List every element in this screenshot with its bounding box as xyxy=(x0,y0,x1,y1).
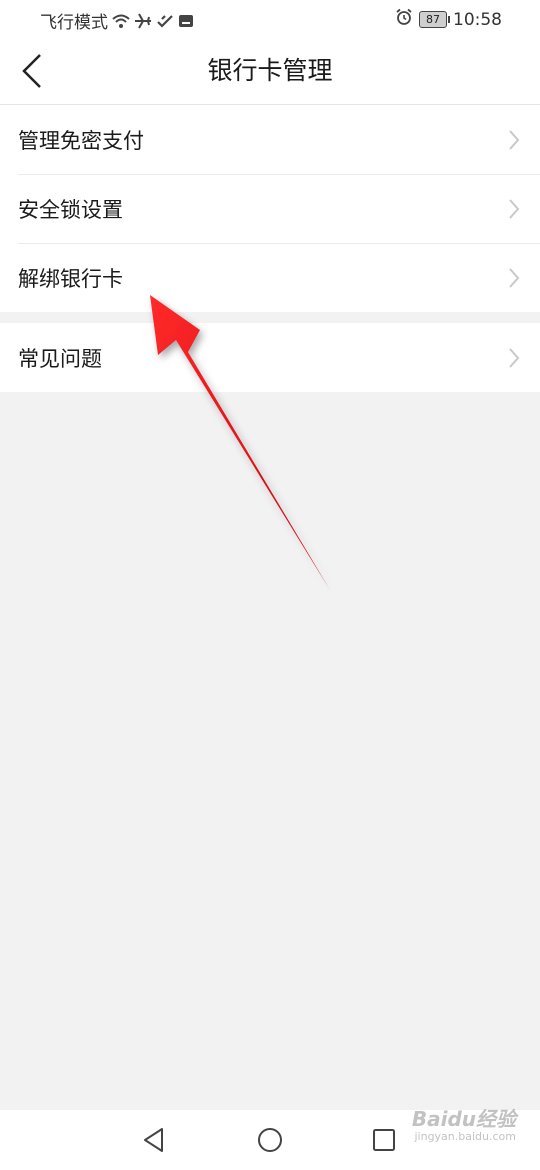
menu-item-faq[interactable]: 常见问题 xyxy=(0,323,540,392)
page-title: 银行卡管理 xyxy=(207,56,333,85)
watermark-sub: jingyan.baidu.com xyxy=(414,1130,516,1143)
clock-time: 10:58 xyxy=(453,9,502,30)
menu-group-card: 常见问题 xyxy=(0,323,540,392)
menu-item-label: 安全锁设置 xyxy=(18,197,123,222)
status-right: 87 10:58 xyxy=(395,8,502,31)
nav-recent-button[interactable] xyxy=(362,1120,406,1160)
nav-back-button[interactable] xyxy=(132,1120,176,1160)
status-left: 飞行模式 xyxy=(40,8,194,33)
wallet-icon xyxy=(178,13,194,29)
baidu-watermark: Baidu经验 jingyan.baidu.com xyxy=(412,1108,516,1144)
menu-item-security-lock[interactable]: 安全锁设置 xyxy=(0,174,540,243)
airplane-icon xyxy=(134,13,152,29)
menu-item-label: 解绑银行卡 xyxy=(18,266,123,291)
alarm-icon xyxy=(395,8,413,31)
chevron-right-icon xyxy=(509,267,520,288)
airplane-mode-label: 飞行模式 xyxy=(40,13,108,33)
chevron-right-icon xyxy=(509,198,520,219)
circle-home-icon xyxy=(258,1128,282,1152)
nav-home-button[interactable] xyxy=(248,1120,292,1160)
sync-icon xyxy=(156,13,174,29)
status-bar: 飞行模式 87 10:58 xyxy=(0,0,540,38)
menu-group-card: 管理免密支付 安全锁设置 解绑银行卡 xyxy=(0,105,540,312)
chevron-right-icon xyxy=(509,129,520,150)
app-header: 银行卡管理 xyxy=(0,38,540,105)
watermark-brand: Baidu经验 xyxy=(411,1107,516,1131)
triangle-back-icon xyxy=(144,1128,163,1152)
menu-item-label: 常见问题 xyxy=(18,346,102,371)
chevron-right-icon xyxy=(509,347,520,368)
menu-item-password-free-payment[interactable]: 管理免密支付 xyxy=(0,105,540,174)
wifi-icon xyxy=(112,13,130,29)
battery-indicator: 87 xyxy=(419,11,450,28)
menu-item-label: 管理免密支付 xyxy=(18,128,144,153)
square-recent-icon xyxy=(373,1129,395,1151)
menu-item-unbind-card[interactable]: 解绑银行卡 xyxy=(0,243,540,312)
